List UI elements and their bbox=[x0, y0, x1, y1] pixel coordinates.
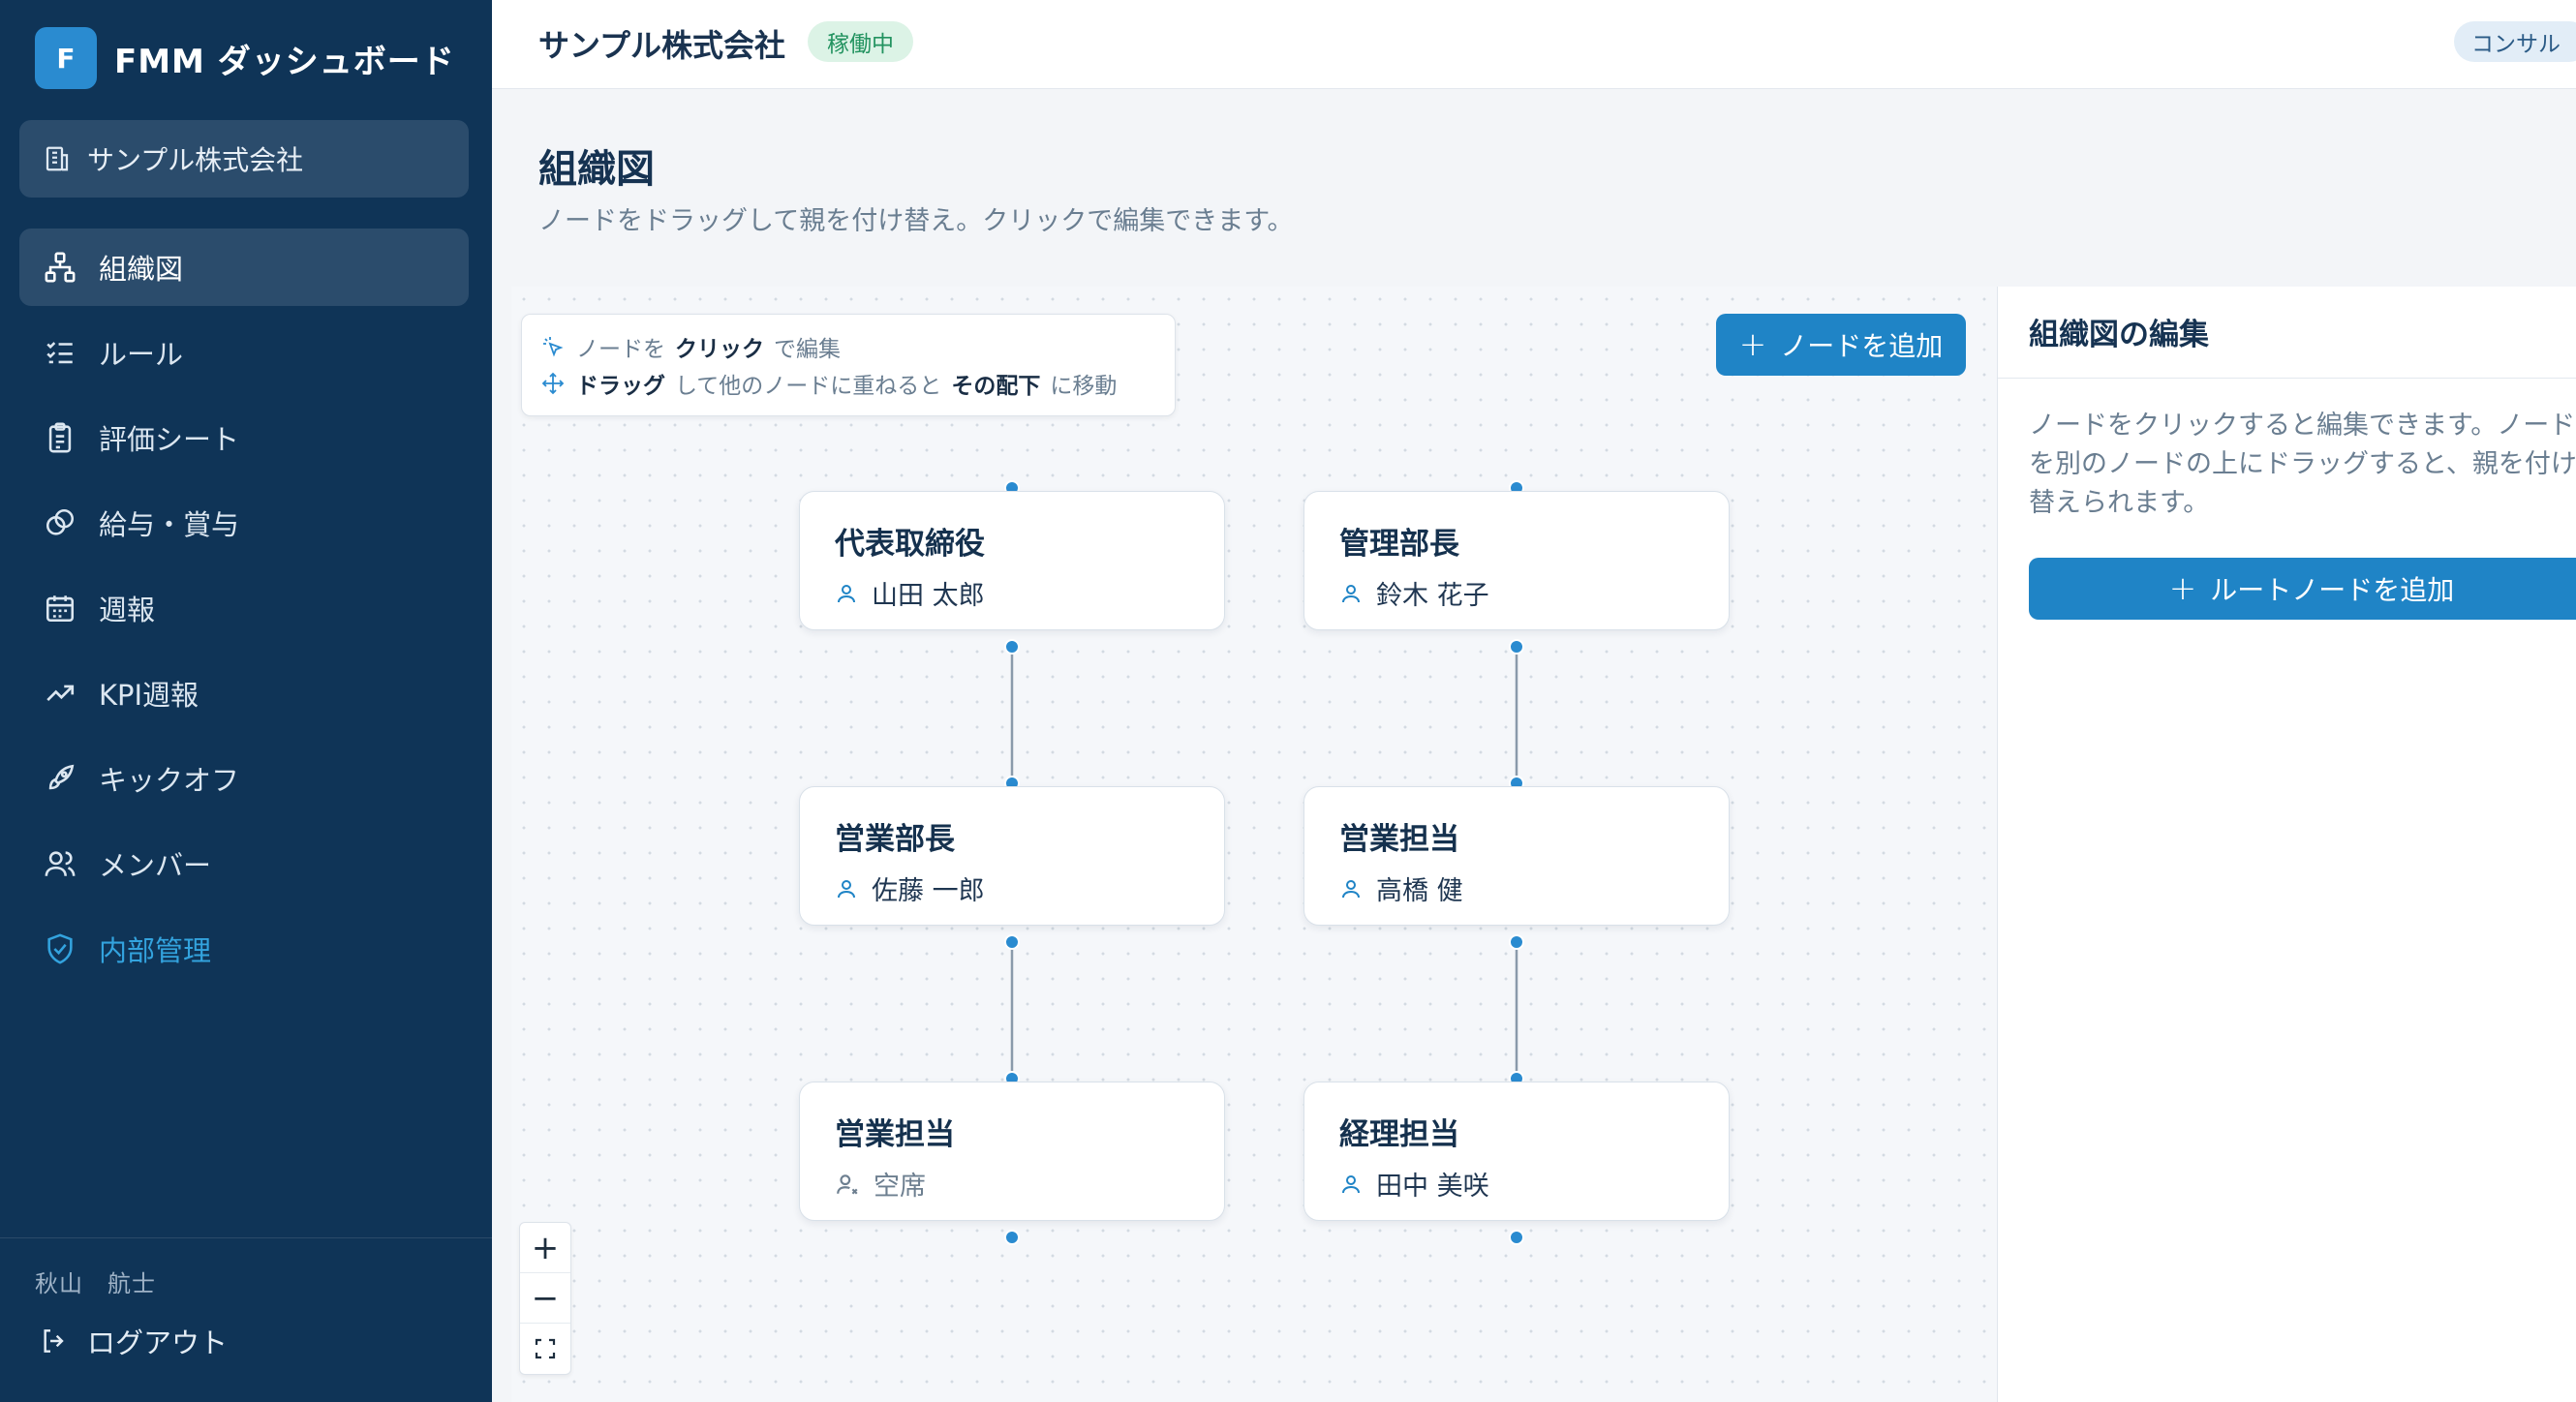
trending-up-icon bbox=[41, 674, 79, 713]
brand-logo: F bbox=[35, 27, 97, 89]
sidebar-item-label: キックオフ bbox=[99, 764, 240, 797]
org-chart-canvas[interactable]: ノードを クリック で編集 ドラッグ して他のノードに重ねると その配下 に移動… bbox=[511, 287, 1997, 1402]
node-title: 営業担当 bbox=[1339, 822, 1459, 857]
node-person: 佐藤 一郎 bbox=[835, 869, 1189, 907]
node-person: 山田 太郎 bbox=[835, 574, 1189, 612]
company-name: サンプル株式会社 bbox=[87, 144, 304, 176]
node-title: 営業担当 bbox=[835, 1117, 955, 1152]
add-root-node-label: ルートノードを追加 bbox=[2210, 574, 2455, 606]
sidebar-item-evaluation[interactable]: 評価シート bbox=[19, 399, 469, 476]
node-handle-bottom[interactable] bbox=[1509, 934, 1524, 950]
panel-description: ノードをクリックすると編集できます。ノードを別のノードの上にドラッグすると、親を… bbox=[2029, 411, 2576, 518]
org-node-ceo[interactable]: 代表取締役 山田 太郎 bbox=[799, 491, 1225, 630]
page-title: 組織図 bbox=[538, 147, 655, 192]
node-person: 鈴木 花子 bbox=[1339, 574, 1694, 612]
node-person: 空席 bbox=[835, 1165, 1189, 1203]
node-person-name: 田中 美咲 bbox=[1376, 1172, 1489, 1202]
sidebar-item-label: 評価シート bbox=[99, 423, 240, 456]
node-person-name: 鈴木 花子 bbox=[1376, 581, 1489, 611]
person-icon bbox=[1342, 879, 1360, 898]
building-icon bbox=[46, 146, 69, 171]
sidebar-item-label: ルール bbox=[99, 338, 184, 371]
sidebar-item-rules[interactable]: ルール bbox=[19, 314, 469, 391]
node-person-name: 山田 太郎 bbox=[872, 581, 985, 611]
logout-label: ログアウト bbox=[87, 1326, 229, 1359]
node-title: 営業部長 bbox=[835, 822, 955, 857]
sidebar-item-org-chart[interactable]: 組織図 bbox=[19, 229, 469, 306]
add-root-node-button[interactable]: + ルートノードを追加 bbox=[2029, 558, 2576, 620]
sidebar-item-salary[interactable]: 給与・賞与 bbox=[19, 484, 469, 562]
person-icon bbox=[1342, 1174, 1360, 1193]
sidebar-item-kpi-report[interactable]: KPI週報 bbox=[19, 655, 469, 732]
user-name: 秋山 航士 bbox=[35, 1270, 156, 1297]
node-handle-bottom[interactable] bbox=[1004, 1230, 1020, 1245]
node-person-name: 高橋 健 bbox=[1376, 876, 1463, 906]
top-company-name: サンプル株式会社 bbox=[538, 27, 786, 64]
panel-title: 組織図の編集 bbox=[2029, 318, 2209, 352]
node-person-name: 佐藤 一郎 bbox=[872, 876, 985, 906]
panel-divider bbox=[1998, 378, 2576, 379]
company-selector[interactable]: サンプル株式会社 bbox=[19, 120, 469, 198]
sidebar-item-members[interactable]: メンバー bbox=[19, 825, 469, 902]
fit-view-icon bbox=[535, 1338, 556, 1359]
sidebar-divider bbox=[0, 1237, 492, 1238]
brand[interactable]: F FMM ダッシュボード bbox=[35, 27, 455, 89]
org-node-sales-rep-vacant[interactable]: 営業担当 空席 bbox=[799, 1082, 1225, 1221]
status-badge: 稼働中 bbox=[808, 21, 913, 62]
plus-icon: + bbox=[2168, 569, 2197, 608]
person-icon bbox=[1342, 584, 1360, 602]
brand-title: FMM ダッシュボード bbox=[114, 42, 455, 81]
org-node-accounting[interactable]: 経理担当 田中 美咲 bbox=[1303, 1082, 1730, 1221]
topbar: サンプル株式会社 稼働中 コンサル bbox=[492, 0, 2576, 89]
sidebar-item-weekly-report[interactable]: 週報 bbox=[19, 569, 469, 647]
checklist-icon bbox=[41, 333, 79, 372]
sidebar-item-label: 内部管理 bbox=[99, 934, 212, 967]
node-handle-bottom[interactable] bbox=[1004, 639, 1020, 655]
role-badge: コンサル bbox=[2454, 21, 2576, 62]
node-handle-bottom[interactable] bbox=[1509, 639, 1524, 655]
edges-layer bbox=[1010, 647, 1518, 1080]
person-icon bbox=[838, 879, 855, 898]
logout-button[interactable]: ログアウト bbox=[39, 1321, 228, 1361]
org-node-sales-manager[interactable]: 営業部長 佐藤 一郎 bbox=[799, 786, 1225, 926]
zoom-controls: + − bbox=[519, 1222, 571, 1375]
person-icon bbox=[838, 584, 855, 602]
node-handle-bottom[interactable] bbox=[1509, 1230, 1524, 1245]
shield-check-icon bbox=[41, 930, 79, 968]
node-title: 管理部長 bbox=[1339, 527, 1459, 562]
sidebar-item-label: 給与・賞与 bbox=[99, 508, 240, 541]
sidebar: F FMM ダッシュボード サンプル株式会社 組織図 ルール 評価シート 給与・… bbox=[0, 0, 492, 1402]
users-icon bbox=[41, 844, 79, 883]
node-title: 代表取締役 bbox=[835, 527, 985, 562]
sidebar-item-kickoff[interactable]: キックオフ bbox=[19, 740, 469, 817]
node-title: 経理担当 bbox=[1339, 1117, 1459, 1152]
logout-icon bbox=[44, 1329, 64, 1353]
node-person-name: 空席 bbox=[874, 1172, 926, 1202]
org-chart-icon bbox=[41, 248, 79, 287]
coins-icon bbox=[41, 503, 79, 542]
fit-view-button[interactable] bbox=[520, 1324, 570, 1374]
zoom-in-button[interactable]: + bbox=[520, 1223, 570, 1273]
person-vacant-icon bbox=[837, 1173, 858, 1195]
sidebar-item-label: 組織図 bbox=[99, 253, 184, 286]
page-subtitle: ノードをドラッグして親を付け替え。クリックで編集できます。 bbox=[538, 206, 1294, 236]
node-person: 高橋 健 bbox=[1339, 869, 1694, 907]
org-node-sales-rep[interactable]: 営業担当 高橋 健 bbox=[1303, 786, 1730, 926]
sidebar-item-admin[interactable]: 内部管理 bbox=[19, 910, 469, 988]
sidebar-item-label: 週報 bbox=[99, 594, 156, 626]
rocket-icon bbox=[41, 759, 79, 798]
edit-panel: 組織図の編集 ノードをクリックすると編集できます。ノードを別のノードの上にドラッ… bbox=[1997, 287, 2576, 1402]
clipboard-icon bbox=[41, 418, 79, 457]
sidebar-nav: 組織図 ルール 評価シート 給与・賞与 週報 KPI週報 キックオフ メンバー bbox=[19, 229, 469, 995]
org-node-admin-manager[interactable]: 管理部長 鈴木 花子 bbox=[1303, 491, 1730, 630]
sidebar-item-label: メンバー bbox=[99, 849, 212, 882]
sidebar-item-label: KPI週報 bbox=[99, 679, 199, 712]
calendar-icon bbox=[41, 589, 79, 627]
zoom-out-button[interactable]: − bbox=[520, 1273, 570, 1324]
node-person: 田中 美咲 bbox=[1339, 1165, 1694, 1203]
node-handle-bottom[interactable] bbox=[1004, 934, 1020, 950]
